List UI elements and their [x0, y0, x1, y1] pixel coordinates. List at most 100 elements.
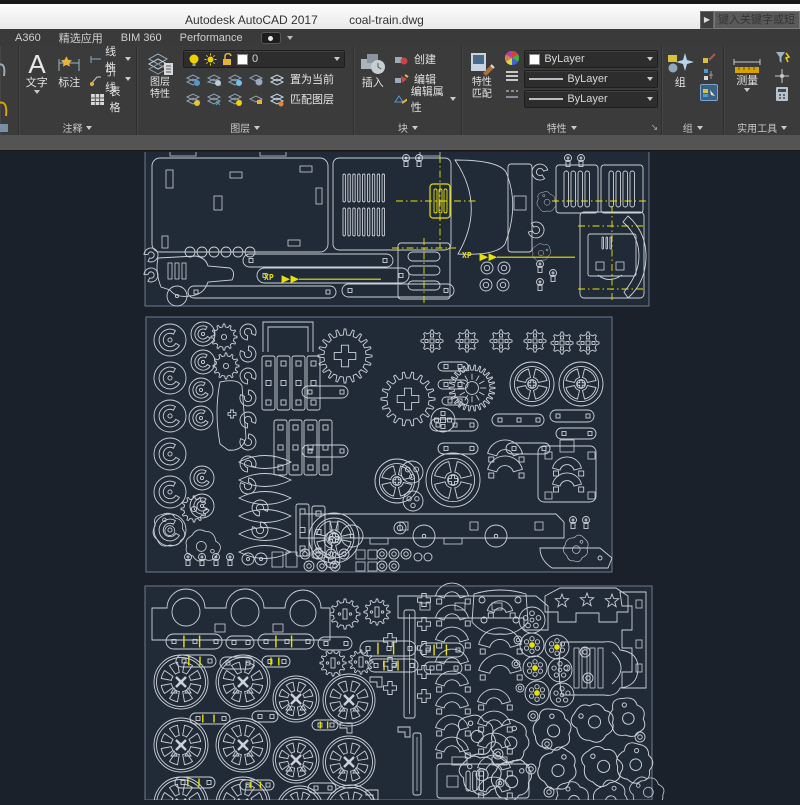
ribbon-bottom-strip: [0, 135, 800, 151]
layer-unisolate-icon[interactable]: [206, 92, 223, 107]
ribbon: A 文字 标注 线性 引线: [0, 46, 800, 135]
svg-text:XP: XP: [264, 273, 274, 282]
chevron-down-icon: [287, 36, 293, 40]
insert-button[interactable]: 插入: [357, 48, 388, 118]
app-title: Autodesk AutoCAD 2017: [185, 13, 318, 27]
chevron-down-icon: [647, 77, 653, 81]
group-selection-toggle[interactable]: [700, 84, 718, 101]
media-icon[interactable]: [261, 32, 281, 44]
lineweight-swatch: [529, 78, 563, 80]
panel-layers: 图层 特性 0 置为当前: [137, 46, 354, 135]
layer-color-swatch: [237, 54, 248, 65]
parts-sheet-1[interactable]: XP XP: [144, 152, 649, 306]
layer-thaw-icon[interactable]: [227, 92, 244, 107]
table-icon: [89, 92, 106, 107]
layer-lock-icon[interactable]: [227, 72, 244, 87]
ungroup-icon[interactable]: [701, 67, 717, 82]
svg-text:A: A: [28, 51, 46, 77]
panel-annotate: A 文字 标注 线性 引线: [19, 46, 137, 135]
linetype-swatch: [529, 98, 563, 100]
menu-featured-apps[interactable]: 精选应用: [59, 30, 103, 46]
set-current-icon[interactable]: [269, 72, 286, 87]
layers-panel-label[interactable]: 图层: [137, 120, 353, 135]
dialog-launcher-icon[interactable]: ↘: [651, 122, 659, 133]
match-layer-button[interactable]: 匹配图层: [290, 91, 334, 107]
menu-performance[interactable]: Performance: [180, 32, 243, 44]
linetype-icon[interactable]: [504, 86, 520, 102]
group-button[interactable]: 组: [665, 48, 695, 118]
quick-select-icon[interactable]: [774, 50, 791, 66]
unlock-icon: [221, 53, 233, 66]
layer-off-icon[interactable]: [185, 72, 202, 87]
layer-on-icon[interactable]: [248, 72, 265, 87]
chevron-down-icon: [744, 88, 750, 92]
edit-attribute-icon: [393, 92, 407, 107]
layer-properties-button[interactable]: 图层 特性: [140, 48, 180, 118]
layer-unlock-icon[interactable]: [248, 92, 265, 107]
chevron-down-icon: [334, 57, 340, 61]
dimension-icon: [56, 51, 82, 77]
text-button[interactable]: A 文字: [22, 48, 52, 118]
color-wheel-icon[interactable]: [504, 50, 520, 66]
point-style-icon[interactable]: [774, 68, 791, 84]
document-name: coal-train.dwg: [349, 13, 424, 27]
lineweight-icon[interactable]: [504, 68, 520, 84]
svg-text:XP: XP: [462, 251, 472, 260]
properties-panel-label[interactable]: 特性: [462, 120, 661, 135]
set-current-row: 置为当前: [183, 70, 348, 88]
match-properties-button[interactable]: 特性 匹配: [465, 48, 498, 118]
lineweight-combo[interactable]: ByLayer: [524, 70, 658, 88]
block-create-button[interactable]: 创建: [391, 50, 458, 68]
sun-icon: [204, 53, 217, 66]
panel-block: 插入 创建 编辑 编辑属性 块: [354, 46, 462, 135]
linear-icon: [89, 52, 101, 67]
utilities-panel-label[interactable]: 实用工具: [724, 120, 800, 135]
panel-groups: 组 组: [662, 46, 724, 135]
layer-isolate-icon[interactable]: [185, 92, 202, 107]
measure-icon: [731, 51, 763, 75]
color-swatch: [529, 54, 540, 65]
drawing-canvas[interactable]: XP XP: [0, 152, 800, 800]
group-edit-icon[interactable]: [701, 50, 717, 65]
menu-bim360[interactable]: BIM 360: [121, 32, 162, 44]
dimension-button[interactable]: 标注: [54, 48, 84, 118]
edit-attribute-button[interactable]: 编辑属性: [391, 90, 458, 108]
search-expand-button[interactable]: ▶: [700, 11, 714, 29]
annotate-panel-label[interactable]: 注释: [19, 120, 136, 135]
table-button[interactable]: 表格: [87, 90, 133, 108]
chevron-down-icon: [34, 90, 40, 94]
panel-properties: 特性 匹配 ByLayer: [462, 46, 662, 135]
chevron-down-icon: [450, 97, 456, 101]
object-color-combo[interactable]: ByLayer: [524, 50, 658, 68]
bulb-icon: [188, 53, 200, 66]
infocenter: ▶: [700, 11, 800, 29]
layer-properties-icon: [146, 51, 174, 77]
menu-a360[interactable]: A360: [15, 32, 41, 44]
text-icon: A: [24, 51, 50, 77]
panel-clipped-left: [0, 46, 19, 135]
dimension-label: 标注: [58, 77, 80, 90]
quick-calc-icon[interactable]: [774, 86, 791, 102]
block-create-icon: [393, 52, 410, 67]
parts-sheet-2[interactable]: [146, 317, 612, 572]
clipped-icons: [0, 46, 19, 135]
leader-icon: [89, 72, 101, 87]
linetype-combo[interactable]: ByLayer: [524, 90, 658, 108]
measure-button[interactable]: 测量: [727, 48, 767, 118]
cad-drawing[interactable]: XP XP: [0, 152, 800, 800]
set-current-button[interactable]: 置为当前: [290, 71, 334, 87]
parts-sheet-3[interactable]: [145, 583, 669, 800]
search-input[interactable]: [714, 11, 800, 29]
groups-panel-label[interactable]: 组: [662, 120, 723, 135]
insert-icon: [359, 51, 387, 77]
match-layer-row: 匹配图层: [183, 90, 348, 108]
insert-label: 插入: [362, 77, 384, 90]
measure-label: 测量: [736, 75, 758, 88]
match-layer-icon[interactable]: [269, 92, 286, 107]
layer-combo[interactable]: 0: [183, 50, 345, 68]
title-bar: Autodesk AutoCAD 2017 coal-train.dwg ▶: [0, 0, 800, 29]
layer-freeze-icon[interactable]: [206, 72, 223, 87]
block-panel-label[interactable]: 块: [354, 120, 461, 135]
current-layer-name: 0: [252, 53, 330, 65]
group-icon: [666, 51, 694, 77]
